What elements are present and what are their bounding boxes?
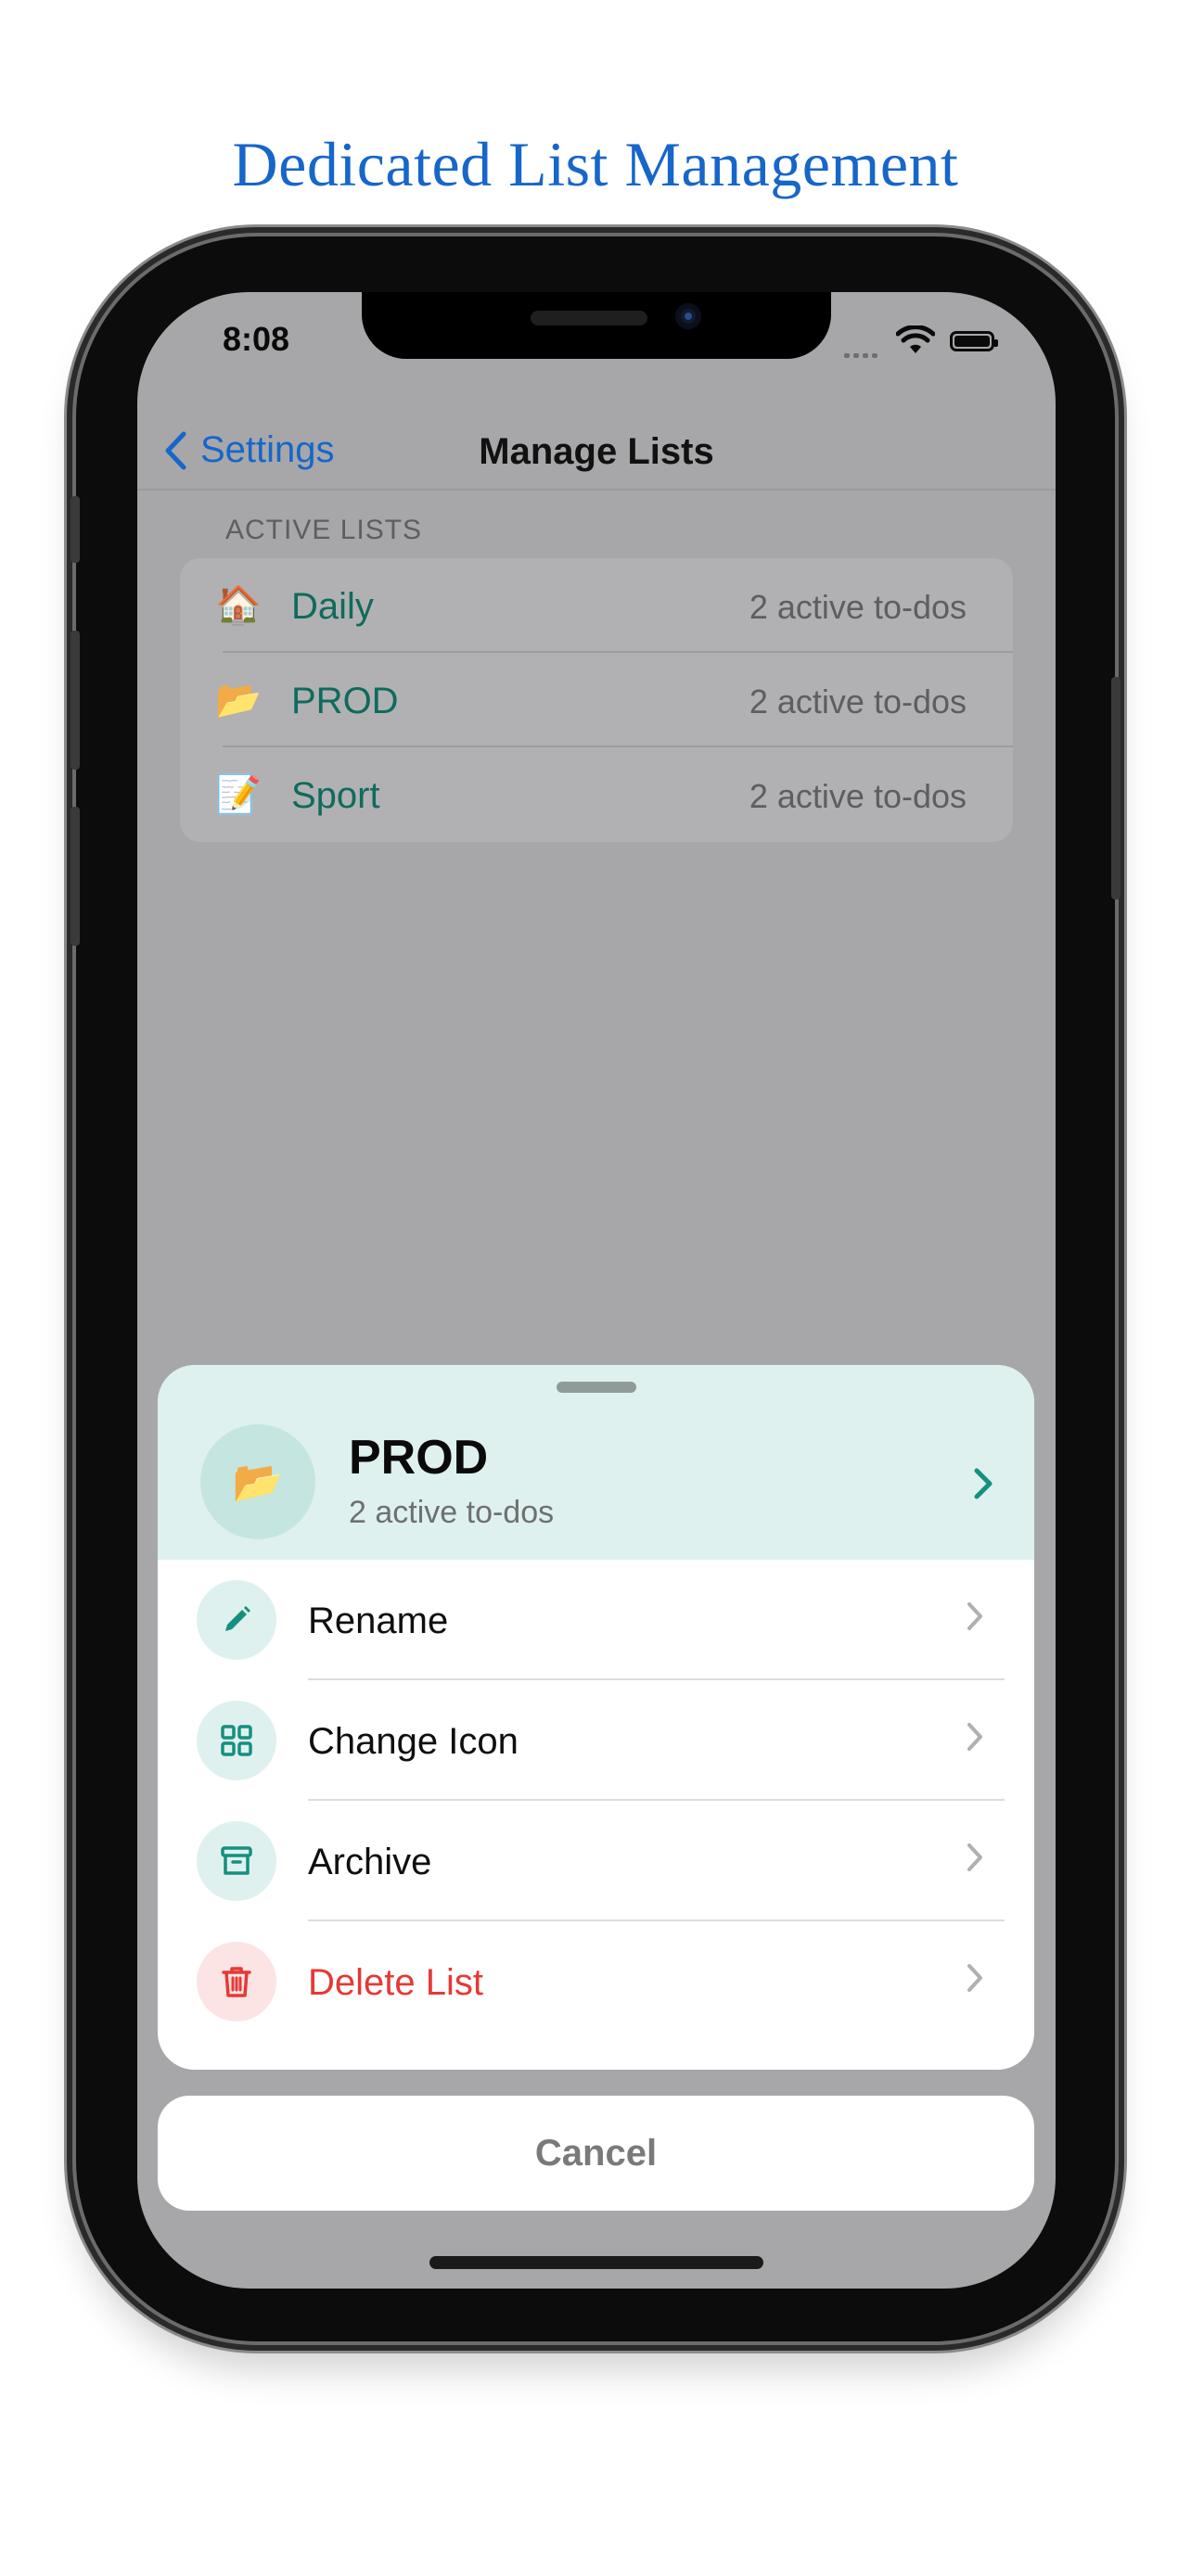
list-row-sport[interactable]: 📝 Sport 2 active to-dos	[180, 747, 1013, 842]
headline: Dedicated List Management	[232, 129, 959, 199]
action-label: Change Icon	[308, 1721, 519, 1762]
section-header-active-lists: ACTIVE LISTS	[225, 515, 423, 545]
list-row-prod[interactable]: 📂 PROD 2 active to-dos	[180, 653, 1013, 747]
rename-button[interactable]: Rename	[158, 1560, 1034, 1680]
chevron-right-icon	[967, 1723, 982, 1751]
speaker	[531, 311, 647, 325]
wifi-icon	[896, 325, 935, 353]
volume-down-button	[70, 807, 80, 946]
list-name: PROD	[291, 681, 399, 721]
memo-icon: 📝	[215, 774, 262, 815]
action-label: Rename	[308, 1600, 449, 1641]
battery-icon	[950, 331, 998, 351]
grid-icon	[197, 1701, 276, 1780]
sheet-subtitle: 2 active to-dos	[349, 1495, 555, 1530]
archive-button[interactable]: Archive	[158, 1801, 1034, 1921]
house-icon: 🏠	[215, 585, 262, 626]
navigation-bar: Settings Manage Lists	[137, 403, 1056, 491]
list-count: 2 active to-dos	[749, 682, 967, 721]
list-action-sheet: 📂 PROD 2 active to-dos Rename Change Ico…	[158, 1365, 1034, 2070]
cancel-button[interactable]: Cancel	[158, 2096, 1034, 2211]
status-time: 8:08	[223, 320, 290, 358]
sheet-header[interactable]: 📂 PROD 2 active to-dos	[158, 1365, 1034, 1560]
action-label: Delete List	[308, 1962, 483, 2003]
archive-box-icon	[197, 1821, 276, 1901]
chevron-right-icon	[967, 1843, 982, 1871]
cellular-signal-icon	[844, 346, 881, 363]
list-name: Sport	[291, 775, 380, 816]
mute-switch	[70, 496, 80, 563]
sheet-grabber[interactable]	[557, 1382, 636, 1393]
phone-screen: 8:08 Settings Manage Lists ACTIVE LISTS …	[137, 292, 1056, 2289]
pencil-icon	[197, 1580, 276, 1660]
notch	[362, 292, 831, 359]
chevron-right-icon	[967, 1964, 982, 1992]
page-title: Manage Lists	[479, 431, 714, 472]
list-count: 2 active to-dos	[749, 588, 967, 626]
folder-icon: 📂	[215, 680, 262, 721]
list-row-daily[interactable]: 🏠 Daily 2 active to-dos	[180, 558, 1013, 653]
volume-up-button	[70, 631, 80, 770]
side-button	[1111, 677, 1121, 899]
list-count: 2 active to-dos	[749, 777, 967, 815]
front-camera	[675, 303, 701, 329]
list-name: Daily	[291, 586, 374, 627]
chevron-right-icon	[974, 1468, 992, 1499]
active-lists-card: 🏠 Daily 2 active to-dos 📂 PROD 2 active …	[180, 558, 1013, 842]
sheet-title: PROD	[349, 1431, 489, 1485]
change-icon-button[interactable]: Change Icon	[158, 1680, 1034, 1801]
trash-icon	[197, 1942, 276, 2021]
chevron-right-icon	[967, 1602, 982, 1630]
home-indicator[interactable]	[429, 2256, 763, 2269]
folder-icon: 📂	[200, 1424, 315, 1539]
action-label: Archive	[308, 1842, 432, 1882]
delete-list-button[interactable]: Delete List	[158, 1921, 1034, 2042]
